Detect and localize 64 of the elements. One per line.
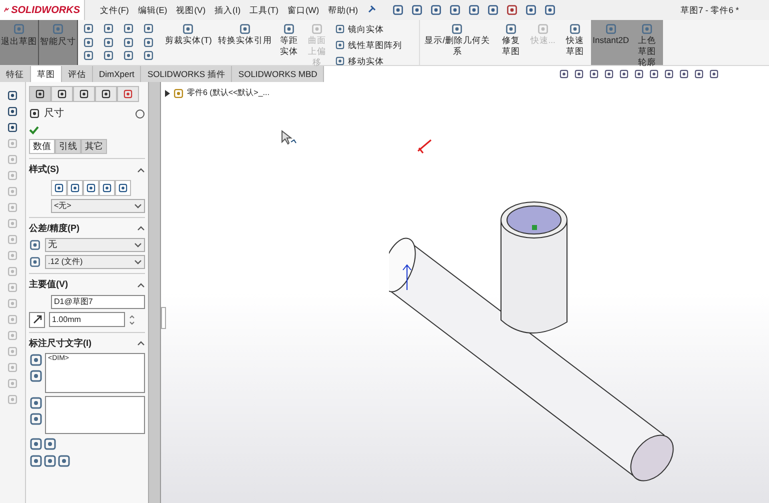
ribbon-list-button[interactable]: 镜向实体 bbox=[334, 23, 419, 36]
style-dropdown[interactable]: <无> bbox=[51, 198, 145, 212]
reverse-direction-button[interactable] bbox=[29, 312, 45, 328]
dimension-name-field[interactable]: D1@草图7 bbox=[51, 294, 145, 308]
collapse-icon[interactable] bbox=[137, 282, 145, 288]
ribbon-button[interactable]: 等距实体 bbox=[274, 20, 303, 65]
command-tab[interactable]: DimXpert bbox=[93, 66, 142, 82]
section-heading: 样式(S) bbox=[29, 163, 59, 176]
caret-icon bbox=[134, 242, 142, 248]
caret-icon bbox=[134, 202, 142, 208]
command-tab[interactable]: SOLIDWORKS 插件 bbox=[141, 66, 232, 82]
menu-item[interactable]: 工具(T) bbox=[250, 4, 278, 16]
dimension-text-field[interactable] bbox=[45, 396, 145, 434]
panel-title: 尺寸 bbox=[44, 106, 64, 121]
menu-item[interactable]: 插入(I) bbox=[214, 4, 241, 16]
ribbon-button[interactable]: 智能尺寸 bbox=[39, 20, 78, 65]
ribbon-button[interactable]: 显示/删除几何关系 bbox=[420, 20, 495, 65]
caret-icon bbox=[134, 259, 142, 265]
logo-text: SOLIDWORKS bbox=[11, 4, 80, 18]
panel-tab[interactable] bbox=[95, 86, 117, 102]
ribbon-button[interactable]: 上色草图轮廓 bbox=[630, 20, 663, 65]
axis-triad-icon bbox=[416, 137, 434, 155]
help-icon[interactable] bbox=[135, 108, 145, 118]
dimension-value-field[interactable]: 1.00mm bbox=[49, 312, 125, 327]
menu-item[interactable]: 帮助(H) bbox=[328, 4, 358, 16]
ribbon-button[interactable]: 快速草图 bbox=[558, 20, 591, 65]
panel-tab[interactable] bbox=[29, 86, 51, 102]
collapse-icon[interactable] bbox=[137, 340, 145, 346]
command-tab[interactable]: 特征 bbox=[0, 66, 31, 82]
command-tab[interactable]: 评估 bbox=[62, 66, 93, 82]
feature-tree-item[interactable]: 零件6 (默认<<默认>_... bbox=[187, 87, 270, 99]
panel-tab[interactable]: 其它 bbox=[81, 139, 107, 154]
menu-item[interactable]: 视图(V) bbox=[176, 4, 206, 16]
ribbon-button[interactable]: 转换实体引用 bbox=[214, 20, 275, 65]
collapse-icon[interactable] bbox=[137, 225, 145, 232]
tolerance-dropdown[interactable]: 无 bbox=[45, 238, 145, 252]
scrollbar[interactable] bbox=[148, 82, 160, 503]
ok-checkmark-icon[interactable] bbox=[29, 125, 39, 135]
menu-item[interactable]: 编辑(E) bbox=[138, 4, 168, 16]
ribbon-button[interactable]: 退出草图 bbox=[0, 20, 39, 65]
pin-icon[interactable] bbox=[366, 5, 376, 15]
ribbon-list-button[interactable]: 线性草图阵列 bbox=[334, 38, 419, 52]
document-title: 草图7 - 零件6 * bbox=[680, 4, 739, 16]
panel-collapse-handle[interactable] bbox=[161, 307, 166, 329]
menu-item[interactable]: 窗口(W) bbox=[287, 4, 320, 16]
collapse-icon[interactable] bbox=[137, 166, 145, 173]
section-heading: 主要值(V) bbox=[29, 278, 68, 291]
section-heading: 公差/精度(P) bbox=[29, 222, 80, 235]
panel-tab[interactable] bbox=[51, 86, 73, 102]
precision-dropdown[interactable]: .12 (文件) bbox=[45, 255, 145, 269]
arrow-icon bbox=[32, 315, 42, 324]
ribbon-button[interactable]: 剪裁实体(T) bbox=[162, 20, 215, 65]
ribbon-button[interactable]: 修复草图 bbox=[494, 20, 527, 65]
menu-item[interactable]: 文件(F) bbox=[100, 4, 129, 16]
ribbon-list-button[interactable]: 移动实体 bbox=[334, 54, 419, 68]
panel-tab[interactable]: 数值 bbox=[29, 139, 55, 154]
panel-tab[interactable] bbox=[73, 86, 95, 102]
app-logo[interactable]: SOLIDWORKS bbox=[0, 0, 85, 20]
panel-tab[interactable]: 引线 bbox=[55, 139, 81, 154]
command-tab[interactable]: SOLIDWORKS MBD bbox=[232, 66, 324, 82]
spinner-icon[interactable] bbox=[129, 314, 135, 326]
ribbon-button[interactable]: Instant2D bbox=[590, 20, 631, 65]
expand-arrow-icon[interactable] bbox=[165, 90, 170, 96]
section-heading: 标注尺寸文字(I) bbox=[29, 336, 92, 350]
